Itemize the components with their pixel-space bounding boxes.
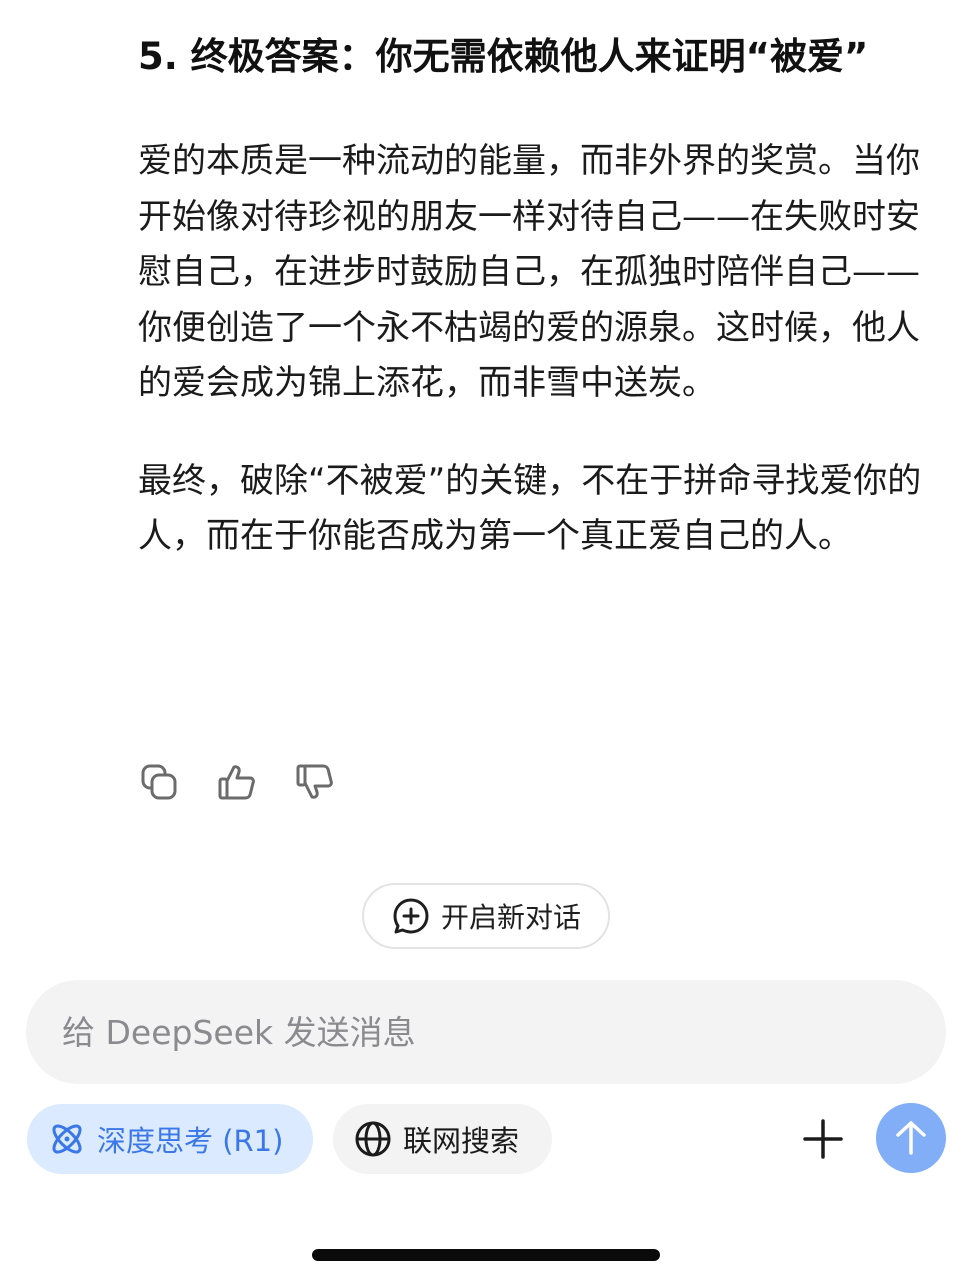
thumbs-up-icon bbox=[218, 765, 255, 800]
attach-button[interactable] bbox=[800, 1116, 846, 1162]
deep-think-label: 深度思考 (R1) bbox=[97, 1124, 284, 1158]
chat-plus-icon bbox=[393, 898, 429, 934]
arrow-up-icon bbox=[896, 1121, 926, 1155]
thumbs-down-icon bbox=[296, 764, 333, 799]
thumbs-down-button[interactable] bbox=[294, 760, 336, 804]
atom-icon bbox=[52, 1124, 82, 1154]
message-composer bbox=[26, 980, 946, 1084]
new-chat-button[interactable]: 开启新对话 bbox=[362, 883, 610, 949]
web-search-toggle[interactable]: 联网搜索 bbox=[333, 1104, 552, 1174]
message-input[interactable] bbox=[62, 980, 902, 1084]
section-heading: 5. 终极答案：你无需依赖他人来证明“被爱” bbox=[138, 35, 869, 78]
copy-icon bbox=[141, 764, 177, 800]
web-search-label: 联网搜索 bbox=[403, 1124, 520, 1158]
plus-icon bbox=[803, 1119, 843, 1159]
thumbs-up-button[interactable] bbox=[216, 760, 258, 804]
assistant-message: 5. 终极答案：你无需依赖他人来证明“被爱” 爱的本质是一种流动的能量，而非外界… bbox=[138, 28, 938, 565]
send-button[interactable] bbox=[876, 1103, 946, 1173]
message-paragraph: 最终，破除“不被爱”的关键，不在于拼命寻找爱你的人，而在于你能否成为第一个真正爱… bbox=[138, 460, 922, 557]
message-paragraph: 爱的本质是一种流动的能量，而非外界的奖赏。当你开始像对待珍视的朋友一样对待自己—… bbox=[138, 141, 920, 403]
deep-think-toggle[interactable]: 深度思考 (R1) bbox=[27, 1104, 313, 1174]
message-actions bbox=[138, 760, 336, 804]
copy-button[interactable] bbox=[138, 760, 180, 804]
globe-icon bbox=[355, 1121, 391, 1157]
new-chat-label: 开启新对话 bbox=[440, 901, 581, 934]
home-indicator bbox=[312, 1249, 660, 1261]
